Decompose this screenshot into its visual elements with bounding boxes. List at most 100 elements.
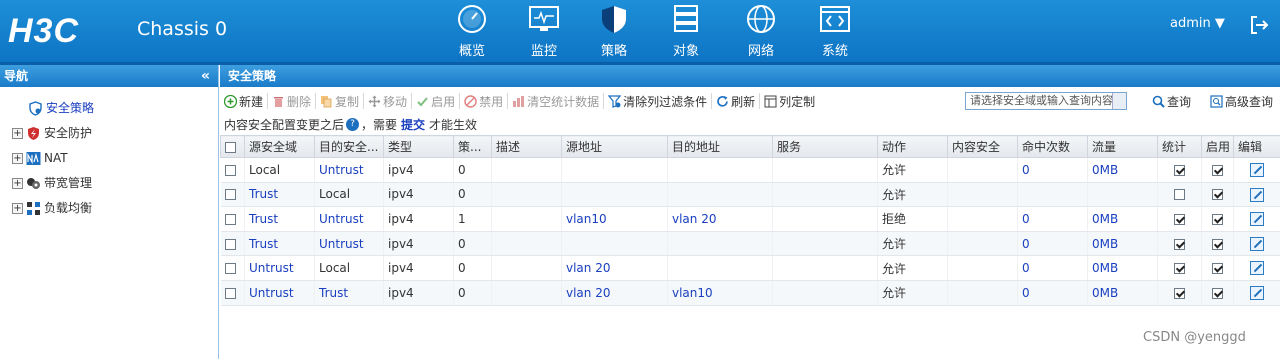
sidebar-item-bandwidth[interactable]: + 带宽管理 xyxy=(12,173,92,193)
sidebar-item-loadbalance[interactable]: + 负载均衡 xyxy=(12,198,92,218)
table-cell-hits[interactable] xyxy=(1017,182,1088,208)
column-header[interactable]: 统计 xyxy=(1157,135,1202,158)
clear-stats-button[interactable]: 清空统计数据 xyxy=(512,93,605,109)
stat-checkbox[interactable] xyxy=(1157,206,1202,232)
query-button[interactable]: 查询 xyxy=(1152,93,1195,109)
user-menu[interactable]: admin ▼ xyxy=(1170,16,1225,31)
help-icon[interactable]: ? xyxy=(346,118,360,131)
enable-checkbox[interactable] xyxy=(1201,206,1234,232)
column-header[interactable]: 内容安全 xyxy=(947,135,1018,158)
stat-checkbox[interactable] xyxy=(1157,280,1202,306)
column-header[interactable]: 策... xyxy=(453,135,492,158)
table-cell-dst[interactable]: Trust xyxy=(314,280,384,306)
table-cell-dst[interactable]: Untrust xyxy=(314,157,384,183)
column-header[interactable]: 目的安全... xyxy=(314,135,384,158)
expand-icon[interactable]: + xyxy=(12,152,23,164)
advanced-query-button[interactable]: 高级查询 xyxy=(1210,93,1277,109)
sidebar-item-nat[interactable]: + NAT xyxy=(12,148,68,168)
sidebar-item-security-policy[interactable]: 安全策略 xyxy=(28,98,94,118)
stat-checkbox[interactable] xyxy=(1157,157,1202,183)
table-cell-dstaddr[interactable]: vlan 20 xyxy=(667,206,773,232)
column-header[interactable]: 描述 xyxy=(491,135,562,158)
table-cell-dstaddr[interactable]: vlan10 xyxy=(667,280,773,306)
column-header[interactable]: 源安全域 xyxy=(244,135,315,158)
table-cell-traffic[interactable]: 0MB xyxy=(1087,157,1158,183)
column-header[interactable]: 类型 xyxy=(383,135,454,158)
table-row[interactable]: Untrust Local ipv4 0 vlan 20 允许 0 0MB xyxy=(220,255,1280,281)
table-row[interactable]: Trust Local ipv4 0 允许 xyxy=(220,182,1280,208)
table-row[interactable]: Trust Untrust ipv4 1 vlan10 vlan 20 拒绝 0 0MB xyxy=(220,206,1280,232)
nav-policy[interactable]: 策略 xyxy=(584,4,644,59)
move-button[interactable]: 移动 xyxy=(368,93,413,109)
stat-checkbox[interactable] xyxy=(1157,231,1202,257)
enable-checkbox[interactable] xyxy=(1201,280,1234,306)
table-cell-dst[interactable]: Local xyxy=(314,255,384,281)
edit-icon[interactable] xyxy=(1250,187,1264,202)
column-header[interactable]: 编辑 xyxy=(1233,135,1280,158)
enable-checkbox[interactable] xyxy=(1201,255,1234,281)
edit-cell[interactable] xyxy=(1233,280,1280,306)
column-header[interactable]: 源地址 xyxy=(561,135,668,158)
clear-filter-button[interactable]: 清除列过滤条件 xyxy=(608,93,713,109)
column-header[interactable]: 目的地址 xyxy=(667,135,773,158)
table-cell-dstaddr[interactable] xyxy=(667,182,773,208)
nav-objects[interactable]: 对象 xyxy=(656,4,716,59)
sidebar-item-protection[interactable]: + 安全防护 xyxy=(12,123,92,143)
edit-icon[interactable] xyxy=(1250,163,1264,178)
expand-icon[interactable]: + xyxy=(12,177,23,189)
table-cell-traffic[interactable]: 0MB xyxy=(1087,255,1158,281)
table-cell-hits[interactable]: 0 xyxy=(1017,255,1088,281)
table-cell-srcaddr[interactable] xyxy=(561,157,668,183)
table-cell-traffic[interactable] xyxy=(1087,182,1158,208)
table-cell-dst[interactable]: Untrust xyxy=(314,231,384,257)
expand-icon[interactable]: + xyxy=(12,127,23,139)
edit-cell[interactable] xyxy=(1233,231,1280,257)
table-cell-dst[interactable]: Untrust xyxy=(314,206,384,232)
select-all-checkbox[interactable] xyxy=(220,135,245,158)
edit-icon[interactable] xyxy=(1250,212,1264,227)
table-row[interactable]: Trust Untrust ipv4 0 允许 0 0MB xyxy=(220,231,1280,257)
edit-cell[interactable] xyxy=(1233,255,1280,281)
table-cell-traffic[interactable]: 0MB xyxy=(1087,206,1158,232)
table-cell-srcaddr[interactable] xyxy=(561,231,668,257)
table-cell-traffic[interactable]: 0MB xyxy=(1087,280,1158,306)
table-cell-src[interactable]: Untrust xyxy=(244,280,315,306)
submit-link[interactable]: 提交 xyxy=(401,116,425,133)
column-header[interactable]: 流量 xyxy=(1087,135,1158,158)
disable-button[interactable]: 禁用 xyxy=(464,93,509,109)
table-cell-srcaddr[interactable]: vlan 20 xyxy=(561,280,668,306)
table-cell-hits[interactable]: 0 xyxy=(1017,206,1088,232)
edit-cell[interactable] xyxy=(1233,206,1280,232)
column-header[interactable]: 服务 xyxy=(772,135,878,158)
stat-checkbox[interactable] xyxy=(1157,255,1202,281)
row-select-checkbox[interactable] xyxy=(220,255,245,281)
nav-overview[interactable]: 概览 xyxy=(442,4,502,59)
column-header[interactable]: 动作 xyxy=(877,135,948,158)
enable-checkbox[interactable] xyxy=(1201,231,1234,257)
table-cell-dst[interactable]: Local xyxy=(314,182,384,208)
table-cell-src[interactable]: Trust xyxy=(244,206,315,232)
table-row[interactable]: Untrust Trust ipv4 0 vlan 20 vlan10 允许 0 0MB xyxy=(220,280,1280,306)
table-cell-srcaddr[interactable]: vlan 20 xyxy=(561,255,668,281)
edit-icon[interactable] xyxy=(1250,236,1264,251)
columns-button[interactable]: 列定制 xyxy=(764,93,819,109)
edit-icon[interactable] xyxy=(1250,261,1264,276)
row-select-checkbox[interactable] xyxy=(220,280,245,306)
enable-button[interactable]: 启用 xyxy=(416,93,461,109)
table-cell-dstaddr[interactable] xyxy=(667,255,773,281)
collapse-icon[interactable]: « xyxy=(201,65,210,87)
row-select-checkbox[interactable] xyxy=(220,231,245,257)
enable-checkbox[interactable] xyxy=(1201,182,1234,208)
table-row[interactable]: Local Untrust ipv4 0 允许 0 0MB xyxy=(220,157,1280,183)
table-cell-src[interactable]: Trust xyxy=(244,231,315,257)
table-cell-src[interactable]: Local xyxy=(244,157,315,183)
delete-button[interactable]: 删除 xyxy=(272,93,317,109)
refresh-button[interactable]: 刷新 xyxy=(716,93,761,109)
table-cell-srcaddr[interactable]: vlan10 xyxy=(561,206,668,232)
edit-cell[interactable] xyxy=(1233,157,1280,183)
expand-icon[interactable]: + xyxy=(12,202,23,214)
stat-checkbox[interactable] xyxy=(1157,182,1202,208)
copy-button[interactable]: 复制 xyxy=(320,93,365,109)
column-header[interactable]: 命中次数 xyxy=(1017,135,1088,158)
edit-cell[interactable] xyxy=(1233,182,1280,208)
